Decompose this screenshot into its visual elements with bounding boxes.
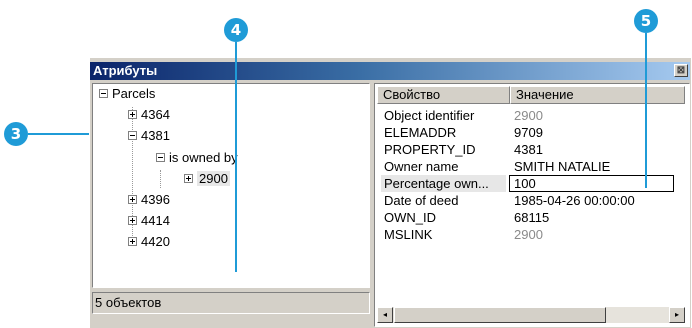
- callout-4: 4: [224, 18, 248, 42]
- window-title: Атрибуты: [93, 63, 158, 78]
- property-name: Percentage own...: [381, 175, 506, 192]
- property-row[interactable]: Owner name SMITH NATALIE: [375, 158, 685, 175]
- expand-icon[interactable]: [128, 110, 137, 120]
- collapse-icon[interactable]: [99, 89, 108, 99]
- column-header-property[interactable]: Свойство: [377, 86, 510, 104]
- tree-item-label: is owned by: [169, 150, 238, 165]
- expand-icon[interactable]: [128, 216, 137, 226]
- scroll-left-icon[interactable]: ◂: [377, 307, 393, 323]
- property-value: 68115: [514, 210, 550, 225]
- attributes-window: Атрибуты ⊠ Parcels 4364 4381 is owned by…: [89, 57, 691, 328]
- status-bar: 5 объектов: [92, 292, 370, 314]
- tree-item-label: 4414: [141, 213, 170, 228]
- property-row[interactable]: MSLINK 2900: [375, 226, 685, 243]
- collapse-icon[interactable]: [156, 153, 165, 163]
- expand-icon[interactable]: [128, 237, 137, 247]
- expand-icon[interactable]: [128, 195, 137, 205]
- property-value: SMITH NATALIE: [514, 159, 611, 174]
- property-name: ELEMADDR: [384, 125, 457, 140]
- property-row-active[interactable]: Percentage own... 100: [375, 175, 685, 192]
- column-header-value[interactable]: Значение: [510, 86, 685, 104]
- tree-item-label: 4364: [141, 107, 170, 122]
- callout-5-leader: [645, 33, 647, 188]
- tree-item-is-owned-by[interactable]: is owned by: [156, 149, 238, 167]
- property-row[interactable]: Date of deed 1985-04-26 00:00:00: [375, 192, 685, 209]
- tree-item-4414[interactable]: 4414: [128, 212, 170, 230]
- scroll-thumb[interactable]: [394, 307, 606, 323]
- callout-3: 3: [4, 122, 28, 146]
- property-name: Date of deed: [384, 193, 459, 208]
- property-row[interactable]: Object identifier 2900: [375, 107, 685, 124]
- scroll-right-icon[interactable]: ▸: [669, 307, 685, 323]
- property-value: 9709: [514, 125, 543, 140]
- property-name: OWN_ID: [384, 210, 436, 225]
- tree-item-label-selected: 2900: [197, 171, 230, 186]
- property-name: Owner name: [384, 159, 459, 174]
- callout-5: 5: [634, 9, 658, 33]
- window-titlebar[interactable]: Атрибуты ⊠: [90, 62, 690, 80]
- tree-view[interactable]: Parcels 4364 4381 is owned by 2900 4396 …: [92, 83, 370, 288]
- tree-item-parcels[interactable]: Parcels: [99, 85, 155, 103]
- tree-item-4396[interactable]: 4396: [128, 191, 170, 209]
- tree-item-2900[interactable]: 2900: [184, 170, 230, 188]
- close-icon[interactable]: ⊠: [674, 64, 688, 77]
- tree-item-4364[interactable]: 4364: [128, 106, 170, 124]
- horizontal-scrollbar[interactable]: ◂ ▸: [377, 307, 685, 323]
- property-name: PROPERTY_ID: [384, 142, 476, 157]
- property-name: Object identifier: [384, 108, 475, 123]
- tree-item-label: 4396: [141, 192, 170, 207]
- property-value: 4381: [514, 142, 543, 157]
- property-value: 2900: [514, 227, 543, 242]
- tree-item-label: 4381: [141, 128, 170, 143]
- expand-icon[interactable]: [184, 174, 193, 184]
- property-row[interactable]: OWN_ID 68115: [375, 209, 685, 226]
- tree-item-label: Parcels: [112, 86, 156, 101]
- property-row[interactable]: ELEMADDR 9709: [375, 124, 685, 141]
- property-row[interactable]: PROPERTY_ID 4381: [375, 141, 685, 158]
- tree-item-label: 4420: [141, 234, 170, 249]
- property-grid[interactable]: Свойство Значение Object identifier 2900…: [374, 83, 690, 327]
- tree-item-4381[interactable]: 4381: [128, 127, 170, 145]
- property-value: 1985-04-26 00:00:00: [514, 193, 635, 208]
- callout-4-leader: [235, 42, 237, 272]
- property-value: 2900: [514, 108, 543, 123]
- collapse-icon[interactable]: [128, 131, 137, 141]
- percentage-value-field[interactable]: 100: [509, 175, 674, 192]
- tree-item-4420[interactable]: 4420: [128, 233, 170, 251]
- property-name: MSLINK: [384, 227, 433, 242]
